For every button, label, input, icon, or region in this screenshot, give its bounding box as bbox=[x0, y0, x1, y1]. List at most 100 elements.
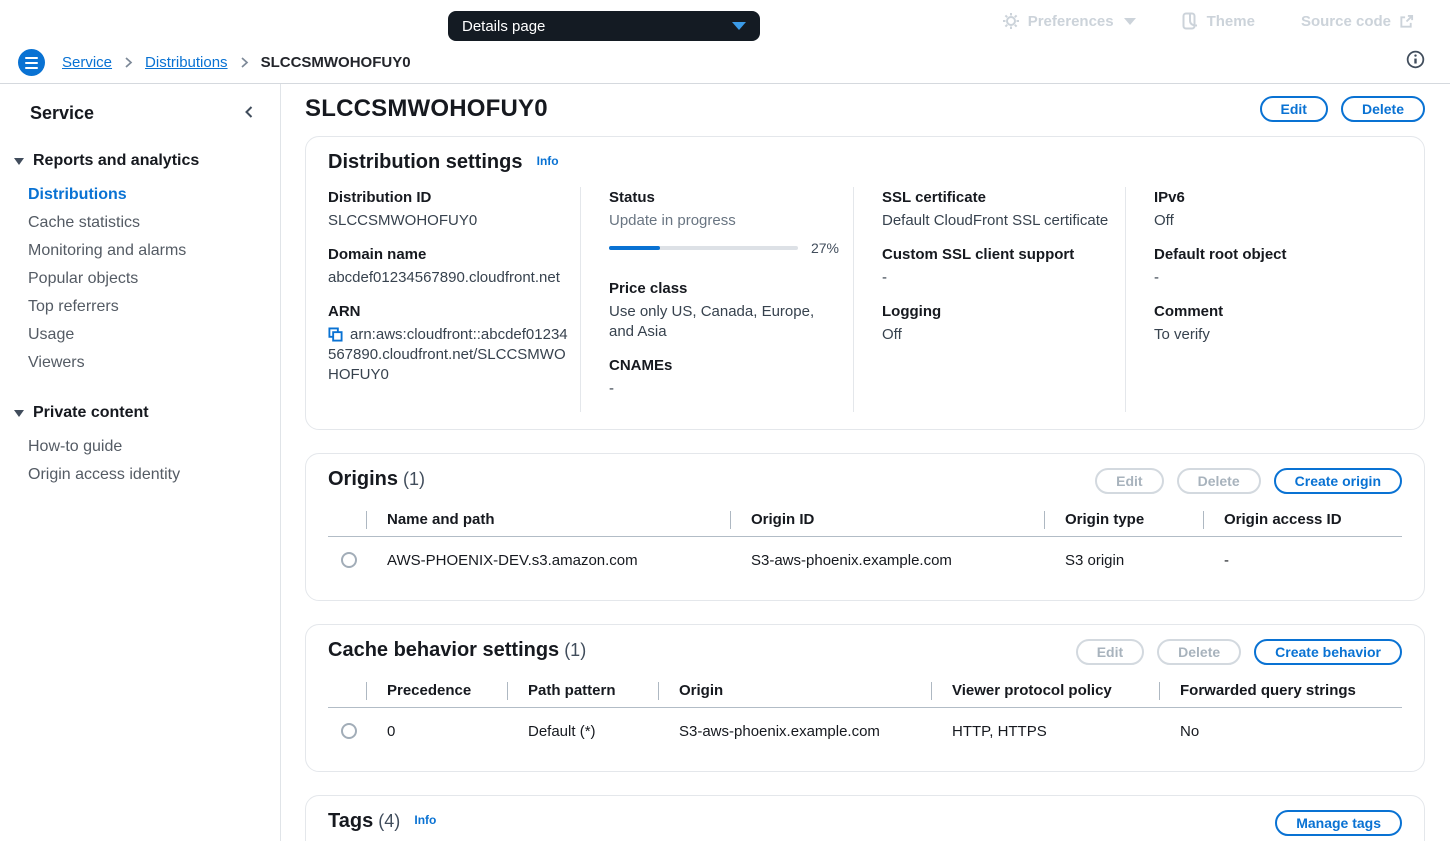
main-panel: SLCCSMWOHOFUY0 Edit Delete Distribution … bbox=[281, 84, 1450, 841]
field-label: Comment bbox=[1154, 303, 1224, 320]
theme-icon bbox=[1182, 12, 1197, 30]
cell-path-pattern: Default (*) bbox=[528, 722, 596, 740]
status-progress: 27% bbox=[609, 240, 843, 256]
sidebar-item-top-referrers[interactable]: Top referrers bbox=[0, 293, 280, 321]
sidebar: Service Reports and analytics Distributi… bbox=[0, 84, 281, 841]
field-value: SLCCSMWOHOFUY0 bbox=[328, 212, 478, 229]
cell-origin-id: S3-aws-phoenix.example.com bbox=[751, 551, 952, 569]
page-actions: Edit Delete bbox=[1259, 96, 1425, 122]
field-value: Default CloudFront SSL certificate bbox=[882, 212, 1109, 229]
theme-label: Theme bbox=[1206, 12, 1255, 30]
field-value: Off bbox=[1154, 212, 1174, 229]
preferences-label: Preferences bbox=[1027, 12, 1114, 30]
breadcrumb-chevron-icon bbox=[240, 57, 248, 68]
sidebar-section-private-content: Private content How-to guide Origin acce… bbox=[0, 404, 280, 489]
delete-origin-button[interactable]: Delete bbox=[1176, 468, 1261, 494]
breadcrumb-distributions[interactable]: Distributions bbox=[145, 54, 228, 71]
field-value: Use only US, Canada, Europe, and Asia bbox=[609, 303, 815, 340]
chevron-down-icon bbox=[14, 157, 24, 165]
sidebar-section-reports: Reports and analytics Distributions Cach… bbox=[0, 152, 280, 377]
field-ipv6: IPv6 Off bbox=[1154, 187, 1392, 231]
field-arn: ARN arn:aws:cloudfront::abcdef0123456789… bbox=[328, 301, 570, 385]
preferences-button[interactable]: Preferences bbox=[1002, 12, 1136, 30]
cache-behavior-table-header: Precedence Path pattern Origin Viewer pr… bbox=[328, 674, 1402, 708]
cell-precedence: 0 bbox=[387, 722, 396, 740]
content-area: Service Reports and analytics Distributi… bbox=[0, 84, 1450, 841]
field-label: Status bbox=[609, 189, 655, 206]
breadcrumb-bar: Service Distributions SLCCSMWOHOFUY0 bbox=[0, 42, 1450, 84]
field-comment: Comment To verify bbox=[1154, 301, 1392, 345]
origins-actions: Edit Delete Create origin bbox=[1095, 468, 1402, 494]
menu-icon bbox=[25, 56, 38, 59]
info-panel-button[interactable] bbox=[1406, 50, 1425, 72]
column-header-name-and-path: Name and path bbox=[366, 511, 730, 528]
sidebar-section-reports-header[interactable]: Reports and analytics bbox=[0, 152, 280, 170]
distribution-settings-grid: Distribution ID SLCCSMWOHOFUY0 Domain na… bbox=[328, 187, 1402, 412]
arn-value: arn:aws:cloudfront::abcdef01234567890.cl… bbox=[328, 326, 568, 383]
cache-behavior-actions: Edit Delete Create behavior bbox=[1075, 639, 1402, 665]
cache-behavior-header: Cache behavior settings (1) Edit Delete C… bbox=[328, 639, 1402, 665]
sidebar-item-origin-access-identity[interactable]: Origin access identity bbox=[0, 461, 280, 489]
chevron-down-icon bbox=[14, 409, 24, 417]
sidebar-section-private-content-header[interactable]: Private content bbox=[0, 404, 280, 422]
copy-arn-button[interactable] bbox=[328, 327, 343, 345]
sidebar-item-usage[interactable]: Usage bbox=[0, 321, 280, 349]
origins-count: (1) bbox=[403, 469, 426, 489]
cell-viewer-protocol-policy: HTTP, HTTPS bbox=[952, 722, 1047, 740]
edit-origin-button[interactable]: Edit bbox=[1095, 468, 1164, 494]
breadcrumb-service[interactable]: Service bbox=[62, 54, 112, 71]
edit-distribution-button[interactable]: Edit bbox=[1259, 96, 1328, 122]
sidebar-item-monitoring-and-alarms[interactable]: Monitoring and alarms bbox=[0, 237, 280, 265]
delete-distribution-button[interactable]: Delete bbox=[1340, 96, 1425, 122]
create-behavior-button[interactable]: Create behavior bbox=[1254, 639, 1402, 665]
field-label: ARN bbox=[328, 303, 361, 320]
create-origin-button[interactable]: Create origin bbox=[1273, 468, 1402, 494]
source-code-link[interactable]: Source code bbox=[1301, 13, 1414, 30]
sidebar-title: Service bbox=[30, 103, 95, 123]
settings-column-4: IPv6 Off Default root object - Comment T… bbox=[1125, 187, 1402, 412]
tags-info-link[interactable]: Info bbox=[414, 813, 436, 827]
sidebar-items: Distributions Cache statistics Monitorin… bbox=[0, 181, 280, 377]
sidebar-items: How-to guide Origin access identity bbox=[0, 433, 280, 489]
column-header-path-pattern: Path pattern bbox=[507, 682, 658, 699]
source-code-label: Source code bbox=[1300, 12, 1391, 30]
field-label: CNAMEs bbox=[609, 357, 673, 374]
page-type-select[interactable]: Details page bbox=[448, 11, 760, 41]
manage-tags-button[interactable]: Manage tags bbox=[1275, 810, 1402, 836]
sidebar-header: Service bbox=[0, 102, 280, 125]
page-type-select-value: Details page bbox=[462, 17, 546, 35]
origins-table-header: Name and path Origin ID Origin type Orig… bbox=[328, 503, 1402, 537]
menu-button[interactable] bbox=[18, 49, 45, 76]
chevron-left-icon bbox=[245, 106, 253, 118]
column-header-origin: Origin bbox=[658, 682, 931, 699]
breadcrumb: Service Distributions SLCCSMWOHOFUY0 bbox=[62, 54, 411, 71]
theme-button[interactable]: Theme bbox=[1182, 12, 1255, 30]
status-progress-fill bbox=[609, 246, 661, 250]
external-link-icon bbox=[1400, 14, 1414, 28]
status-text: Update in progress bbox=[609, 212, 736, 229]
cache-behavior-table-row: 0 Default (*) S3-aws-phoenix.example.com… bbox=[328, 708, 1402, 754]
column-header-viewer-protocol-policy: Viewer protocol policy bbox=[931, 682, 1159, 699]
sidebar-item-distributions[interactable]: Distributions bbox=[0, 181, 280, 209]
field-label: IPv6 bbox=[1154, 189, 1185, 206]
distribution-settings-info-link[interactable]: Info bbox=[537, 154, 559, 168]
info-icon bbox=[1406, 50, 1425, 69]
section-label: Private content bbox=[33, 404, 149, 421]
field-domain-name: Domain name abcdef01234567890.cloudfront… bbox=[328, 244, 570, 288]
sidebar-item-viewers[interactable]: Viewers bbox=[0, 349, 280, 377]
sidebar-item-popular-objects[interactable]: Popular objects bbox=[0, 265, 280, 293]
edit-behavior-button[interactable]: Edit bbox=[1075, 639, 1145, 665]
tags-header: Tags (4) Info Manage tags bbox=[328, 810, 1402, 836]
tags-panel: Tags(4) Info Manage tags A tag is a labe… bbox=[305, 795, 1425, 841]
cache-behavior-table: Precedence Path pattern Origin Viewer pr… bbox=[328, 674, 1402, 754]
cell-origin-access-id: - bbox=[1224, 551, 1229, 569]
origin-row-radio[interactable] bbox=[341, 552, 357, 568]
sidebar-collapse-button[interactable] bbox=[240, 102, 258, 125]
behavior-row-radio[interactable] bbox=[341, 723, 357, 739]
select-caret-icon bbox=[732, 22, 746, 30]
delete-behavior-button[interactable]: Delete bbox=[1157, 639, 1242, 665]
cache-behavior-title: Cache behavior settings bbox=[328, 639, 560, 661]
sidebar-item-how-to-guide[interactable]: How-to guide bbox=[0, 433, 280, 461]
sidebar-item-cache-statistics[interactable]: Cache statistics bbox=[0, 209, 280, 237]
tags-title: Tags bbox=[328, 810, 374, 832]
